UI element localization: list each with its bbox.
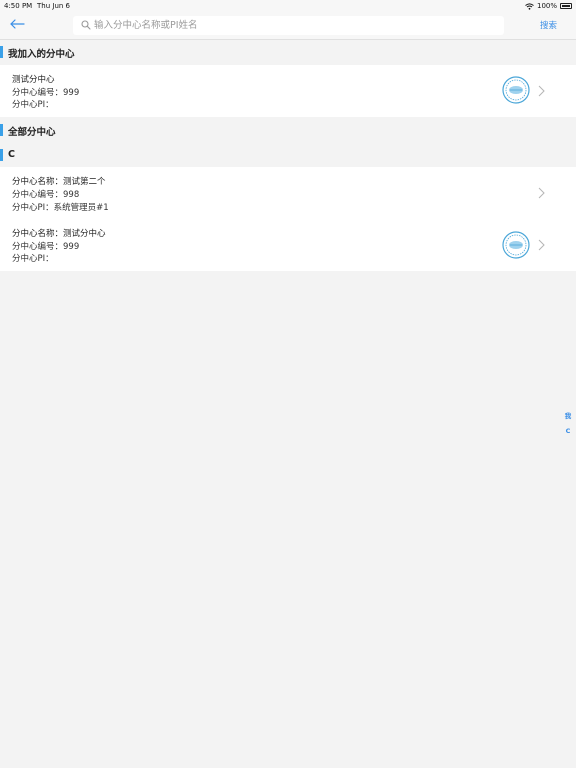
status-bar: 4:50 PM Thu Jun 6 100% xyxy=(0,0,576,12)
section-title-all: 全部分中心 xyxy=(8,127,56,138)
joined-center-card[interactable]: 测试分中心 分中心编号：999 分中心PI： xyxy=(0,65,576,117)
index-item-c[interactable]: C xyxy=(562,427,574,435)
center-number: 分中心编号：998 xyxy=(12,190,80,200)
wifi-icon xyxy=(525,2,534,10)
seal-stamp-icon xyxy=(502,76,530,104)
section-accent-bar xyxy=(0,124,3,136)
search-input[interactable] xyxy=(94,17,494,34)
center-card[interactable]: 分中心名称：测试第二个 分中心编号：998 分中心PI：系统管理员#1 xyxy=(0,167,576,219)
center-pi: 分中心PI： xyxy=(12,254,54,264)
section-title-letter: C xyxy=(8,149,15,160)
back-button[interactable] xyxy=(9,17,27,33)
center-number: 分中心编号：999 xyxy=(12,88,80,98)
center-name: 分中心名称：测试第二个 xyxy=(12,177,106,187)
section-accent-bar xyxy=(0,149,3,161)
chevron-right-icon xyxy=(538,239,545,251)
section-index-bar: 我 C xyxy=(562,410,574,442)
section-accent-bar xyxy=(0,46,3,58)
search-box[interactable] xyxy=(73,16,504,35)
status-date: Thu Jun 6 xyxy=(37,2,70,10)
status-indicators: 100% xyxy=(525,2,572,10)
center-name: 分中心名称：测试分中心 xyxy=(12,229,106,239)
arrow-left-icon xyxy=(10,19,25,29)
search-button[interactable]: 搜索 xyxy=(540,19,557,31)
section-title-joined: 我加入的分中心 xyxy=(8,49,75,60)
center-name: 测试分中心 xyxy=(12,75,55,85)
section-header-joined: 我加入的分中心 xyxy=(0,42,576,62)
center-card[interactable]: 分中心名称：测试分中心 分中心编号：999 分中心PI： xyxy=(0,219,576,271)
center-pi: 分中心PI： xyxy=(12,100,54,110)
battery-icon xyxy=(560,3,572,9)
battery-percent: 100% xyxy=(536,2,557,10)
navigation-bar: 搜索 xyxy=(0,12,576,40)
section-header-letter-c: C xyxy=(0,145,576,165)
chevron-right-icon xyxy=(538,187,545,199)
center-number: 分中心编号：999 xyxy=(12,242,80,252)
center-pi: 分中心PI：系统管理员#1 xyxy=(12,203,109,213)
section-header-all: 全部分中心 xyxy=(0,120,576,140)
status-time: 4:50 PM xyxy=(4,2,33,10)
seal-stamp-icon xyxy=(502,231,530,259)
index-item-joined[interactable]: 我 xyxy=(562,410,574,420)
search-icon xyxy=(81,20,91,30)
chevron-right-icon xyxy=(538,85,545,97)
